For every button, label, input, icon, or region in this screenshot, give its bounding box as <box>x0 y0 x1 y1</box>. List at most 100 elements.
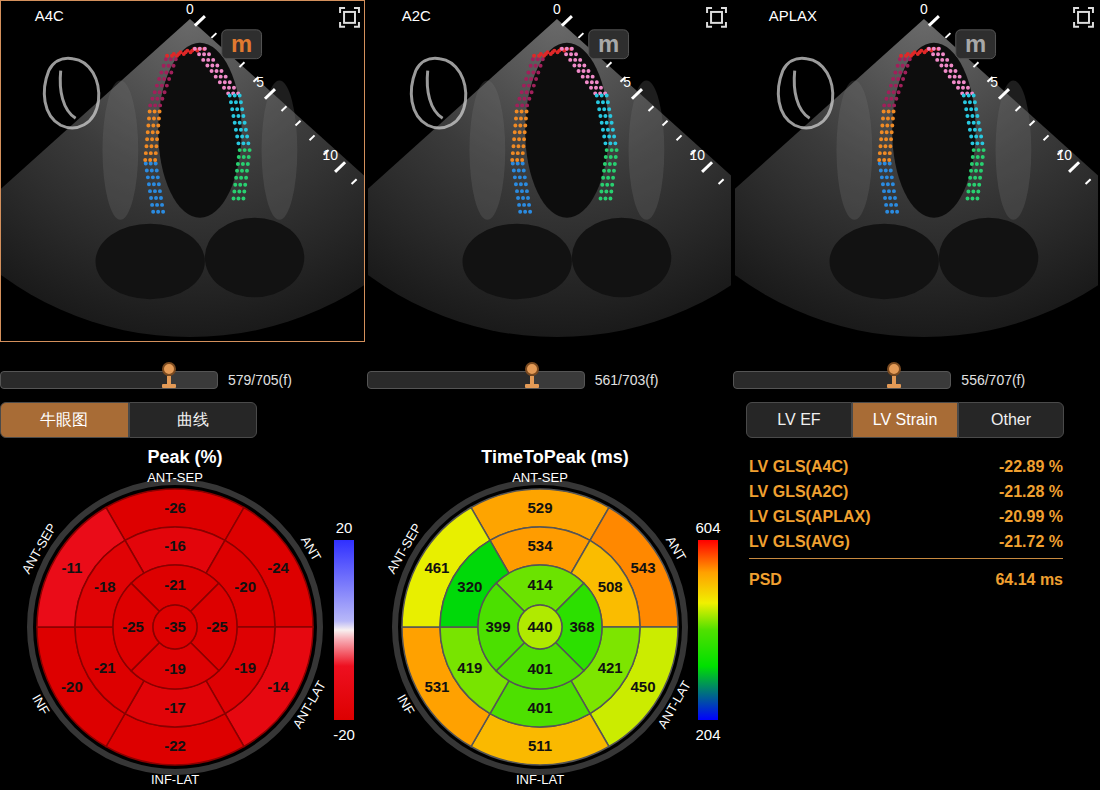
depth-scale: 0510 <box>186 1 364 213</box>
mode-logo-icon <box>589 30 629 59</box>
view-label: A2C <box>402 8 431 24</box>
slider-fill <box>1 372 169 388</box>
echo-view[interactable]: 0510mA4C <box>0 0 365 342</box>
depth-label: 5 <box>256 74 264 90</box>
segment-value: -24 <box>267 559 289 576</box>
wall-label: ANT-SEP <box>512 470 568 485</box>
divider <box>749 558 1063 559</box>
segment-value: -26 <box>164 499 186 516</box>
scale-max: 604 <box>695 519 720 536</box>
view-icon <box>778 58 832 128</box>
segment-value: 320 <box>457 578 482 595</box>
tab[interactable]: LV EF <box>746 402 852 438</box>
tab[interactable]: Other <box>958 402 1064 438</box>
slider-fill <box>368 372 532 388</box>
view-label: APLAX <box>769 8 817 24</box>
segment-value: 414 <box>527 576 553 593</box>
tab[interactable]: 曲线 <box>129 402 258 438</box>
segment-value: -20 <box>234 578 256 595</box>
wall-label: INF <box>29 692 52 718</box>
slider-fill <box>734 372 894 388</box>
frame-slider[interactable] <box>367 371 585 389</box>
segment-value: 529 <box>527 499 552 516</box>
segment-value: 450 <box>631 678 656 695</box>
view-icon <box>411 58 465 128</box>
wall-label: INF <box>394 692 417 718</box>
segment-value: -20 <box>61 678 83 695</box>
depth-label: 10 <box>689 147 705 163</box>
mode-logo: m <box>965 30 986 57</box>
tracking-points[interactable] <box>512 49 616 212</box>
segment-value: -16 <box>164 537 186 554</box>
apex-segment[interactable] <box>153 605 197 649</box>
view-icon <box>44 58 98 128</box>
echo-view[interactable]: 0 5 10 m APLAX <box>734 0 1099 342</box>
segment-value: 399 <box>485 618 510 635</box>
psd-row: PSD64.14 ms <box>749 567 1063 592</box>
frame-slider-row: 561/703(f) <box>367 360 734 400</box>
mode-logo-icon <box>222 30 262 59</box>
expand-icon[interactable] <box>707 8 726 27</box>
segment-value: 419 <box>457 659 482 676</box>
color-scale <box>334 540 354 720</box>
depth-label: 5 <box>623 74 631 90</box>
segment-value: -21 <box>164 576 186 593</box>
frame-slider-row: 579/705(f) <box>0 360 367 400</box>
metric-row: LV GLS(AVG)-21.72 % <box>749 529 1063 554</box>
segment-value: -22 <box>164 737 186 754</box>
wall-label: INF-LAT <box>516 772 564 787</box>
segment-value: 511 <box>528 737 552 754</box>
wall-label: ANT <box>663 533 689 563</box>
segment-value: 401 <box>527 699 552 716</box>
segment-value: -18 <box>94 578 116 595</box>
echo-view[interactable]: 0510mA2C <box>367 0 732 342</box>
wall-label: ANT-SEP <box>19 521 60 577</box>
metric-row: LV GLS(A4C)-22.89 % <box>749 454 1063 479</box>
slider-thumb[interactable] <box>161 362 177 390</box>
segment-value: -11 <box>62 559 83 576</box>
segment-value: 508 <box>598 578 623 595</box>
expand-icon[interactable] <box>1074 8 1093 27</box>
segment-value: 543 <box>631 559 656 576</box>
segment-value: 440 <box>527 618 552 635</box>
frame-reading: 579/705(f) <box>228 370 292 391</box>
chart-title: Peak (%) <box>147 447 222 467</box>
segment-value: -17 <box>164 699 186 716</box>
frame-slider-row: 556/707(f) <box>733 360 1100 400</box>
metric-row: LV GLS(APLAX)-20.99 % <box>749 504 1063 529</box>
chart-title: TimeToPeak (ms) <box>481 447 628 467</box>
color-scale <box>698 540 718 720</box>
wall-label: INF-LAT <box>151 772 199 787</box>
tab[interactable]: 牛眼图 <box>0 402 129 438</box>
metric-row: LV GLS(A2C)-21.28 % <box>749 479 1063 504</box>
frame-slider[interactable] <box>0 371 218 389</box>
slider-thumb[interactable] <box>524 362 540 390</box>
segment-value: -25 <box>206 618 228 635</box>
tracking-points[interactable] <box>879 49 983 212</box>
segment-value: 368 <box>569 618 594 635</box>
tracking-points[interactable] <box>145 49 249 212</box>
segment-value: -35 <box>164 618 186 635</box>
segment-value: -19 <box>234 659 256 676</box>
segment-value: -21 <box>94 659 116 676</box>
depth-label: 0 <box>186 1 194 17</box>
frame-slider[interactable] <box>733 371 951 389</box>
segment-value: -14 <box>267 678 289 695</box>
expand-icon[interactable] <box>340 8 359 27</box>
depth-label: 10 <box>1056 147 1072 163</box>
segment-value: 531 <box>424 678 449 695</box>
tab[interactable]: LV Strain <box>852 402 958 438</box>
wall-label: ANT-SEP <box>147 470 203 485</box>
depth-scale: 0510 <box>553 1 731 213</box>
mode-logo: m <box>231 30 252 57</box>
scale-min: 204 <box>695 726 720 743</box>
depth-label: 5 <box>990 74 998 90</box>
mode-logo: m <box>598 30 619 57</box>
scale-min: -20 <box>333 726 355 743</box>
apex-segment[interactable] <box>518 605 562 649</box>
depth-label: 0 <box>920 1 928 17</box>
slider-thumb[interactable] <box>886 362 902 390</box>
echo-image <box>368 19 731 337</box>
segment-value: -19 <box>164 660 186 677</box>
segment-value: 534 <box>527 537 553 554</box>
